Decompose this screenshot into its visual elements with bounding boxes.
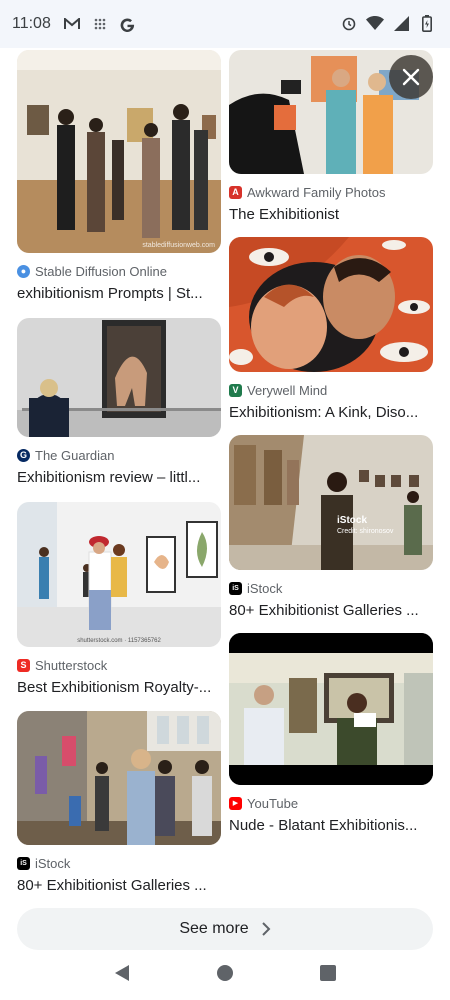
source-favicon-icon: ● <box>17 264 30 278</box>
result-card[interactable]: iStock Credit: shironosov iS iStock 80+ … <box>229 435 433 619</box>
source-name: Stable Diffusion Online <box>35 263 168 279</box>
result-thumbnail[interactable] <box>17 711 221 845</box>
result-title[interactable]: Exhibitionism review – littl... <box>17 469 221 486</box>
source-name: Shutterstock <box>35 657 108 673</box>
result-thumbnail[interactable] <box>229 237 433 372</box>
source-favicon-icon: V <box>229 383 242 397</box>
result-thumbnail[interactable]: shutterstock.com · 1157365762 <box>17 502 221 647</box>
close-icon <box>402 68 420 86</box>
result-card[interactable]: iS iStock 80+ Exhibitionist Galleries ..… <box>17 711 221 894</box>
result-title[interactable]: 80+ Exhibitionist Galleries ... <box>229 602 433 619</box>
see-more-button[interactable]: See more <box>17 908 433 950</box>
source-name: Verywell Mind <box>247 382 328 398</box>
signal-icon <box>392 14 410 32</box>
battery-icon <box>418 14 436 32</box>
result-title[interactable]: Nude - Blatant Exhibitionis... <box>229 817 433 834</box>
result-title[interactable]: Best Exhibitionism Royalty-... <box>17 679 221 696</box>
recents-icon[interactable] <box>319 964 337 987</box>
back-icon[interactable] <box>113 964 131 987</box>
source-favicon-icon: S <box>17 658 30 672</box>
result-thumbnail[interactable]: stablediffusionweb.com <box>17 50 221 253</box>
image-results-grid: stablediffusionweb.com ● Stable Diffusio… <box>0 48 450 948</box>
result-card[interactable]: ▶ YouTube Nude - Blatant Exhibitionis... <box>229 633 433 834</box>
home-icon[interactable] <box>216 964 234 987</box>
wifi-icon <box>366 14 384 32</box>
alarm-icon <box>340 14 358 32</box>
gmail-icon <box>63 15 81 33</box>
chevron-right-icon <box>261 922 271 936</box>
result-title[interactable]: Exhibitionism: A Kink, Diso... <box>229 404 433 421</box>
result-thumbnail[interactable] <box>17 318 221 437</box>
thumbnail-watermark: iStock <box>337 515 368 526</box>
result-title[interactable]: The Exhibitionist <box>229 206 433 223</box>
grid-icon <box>91 15 109 33</box>
see-more-label: See more <box>179 920 249 937</box>
close-button[interactable] <box>389 55 433 99</box>
source-favicon-icon: ▶ <box>229 796 242 810</box>
result-thumbnail[interactable]: iStock Credit: shironosov <box>229 435 433 570</box>
result-card[interactable]: shutterstock.com · 1157365762 S Shutters… <box>17 502 221 696</box>
status-time: 11:08 <box>12 15 51 32</box>
thumbnail-watermark: stablediffusionweb.com <box>142 242 215 249</box>
google-g-icon <box>119 15 137 33</box>
source-name: The Guardian <box>35 447 115 463</box>
result-card[interactable]: G The Guardian Exhibitionism review – li… <box>17 318 221 486</box>
source-name: Awkward Family Photos <box>247 184 386 200</box>
status-bar: 11:08 <box>0 0 450 48</box>
result-title[interactable]: exhibitionism Prompts | St... <box>17 285 221 302</box>
source-favicon-icon: G <box>17 448 30 462</box>
thumbnail-credit: Credit: shironosov <box>337 528 394 535</box>
source-favicon-icon: A <box>229 185 242 199</box>
result-title[interactable]: 80+ Exhibitionist Galleries ... <box>17 877 221 894</box>
source-name: YouTube <box>247 795 299 811</box>
navigation-bar <box>0 950 450 1000</box>
result-thumbnail[interactable] <box>229 633 433 785</box>
thumbnail-watermark: shutterstock.com · 1157365762 <box>77 638 161 644</box>
source-favicon-icon: iS <box>229 581 242 595</box>
source-name: iStock <box>35 855 71 871</box>
result-card[interactable]: stablediffusionweb.com ● Stable Diffusio… <box>17 50 221 302</box>
source-favicon-icon: iS <box>17 856 30 870</box>
result-card[interactable]: V Verywell Mind Exhibitionism: A Kink, D… <box>229 237 433 421</box>
source-name: iStock <box>247 580 283 596</box>
